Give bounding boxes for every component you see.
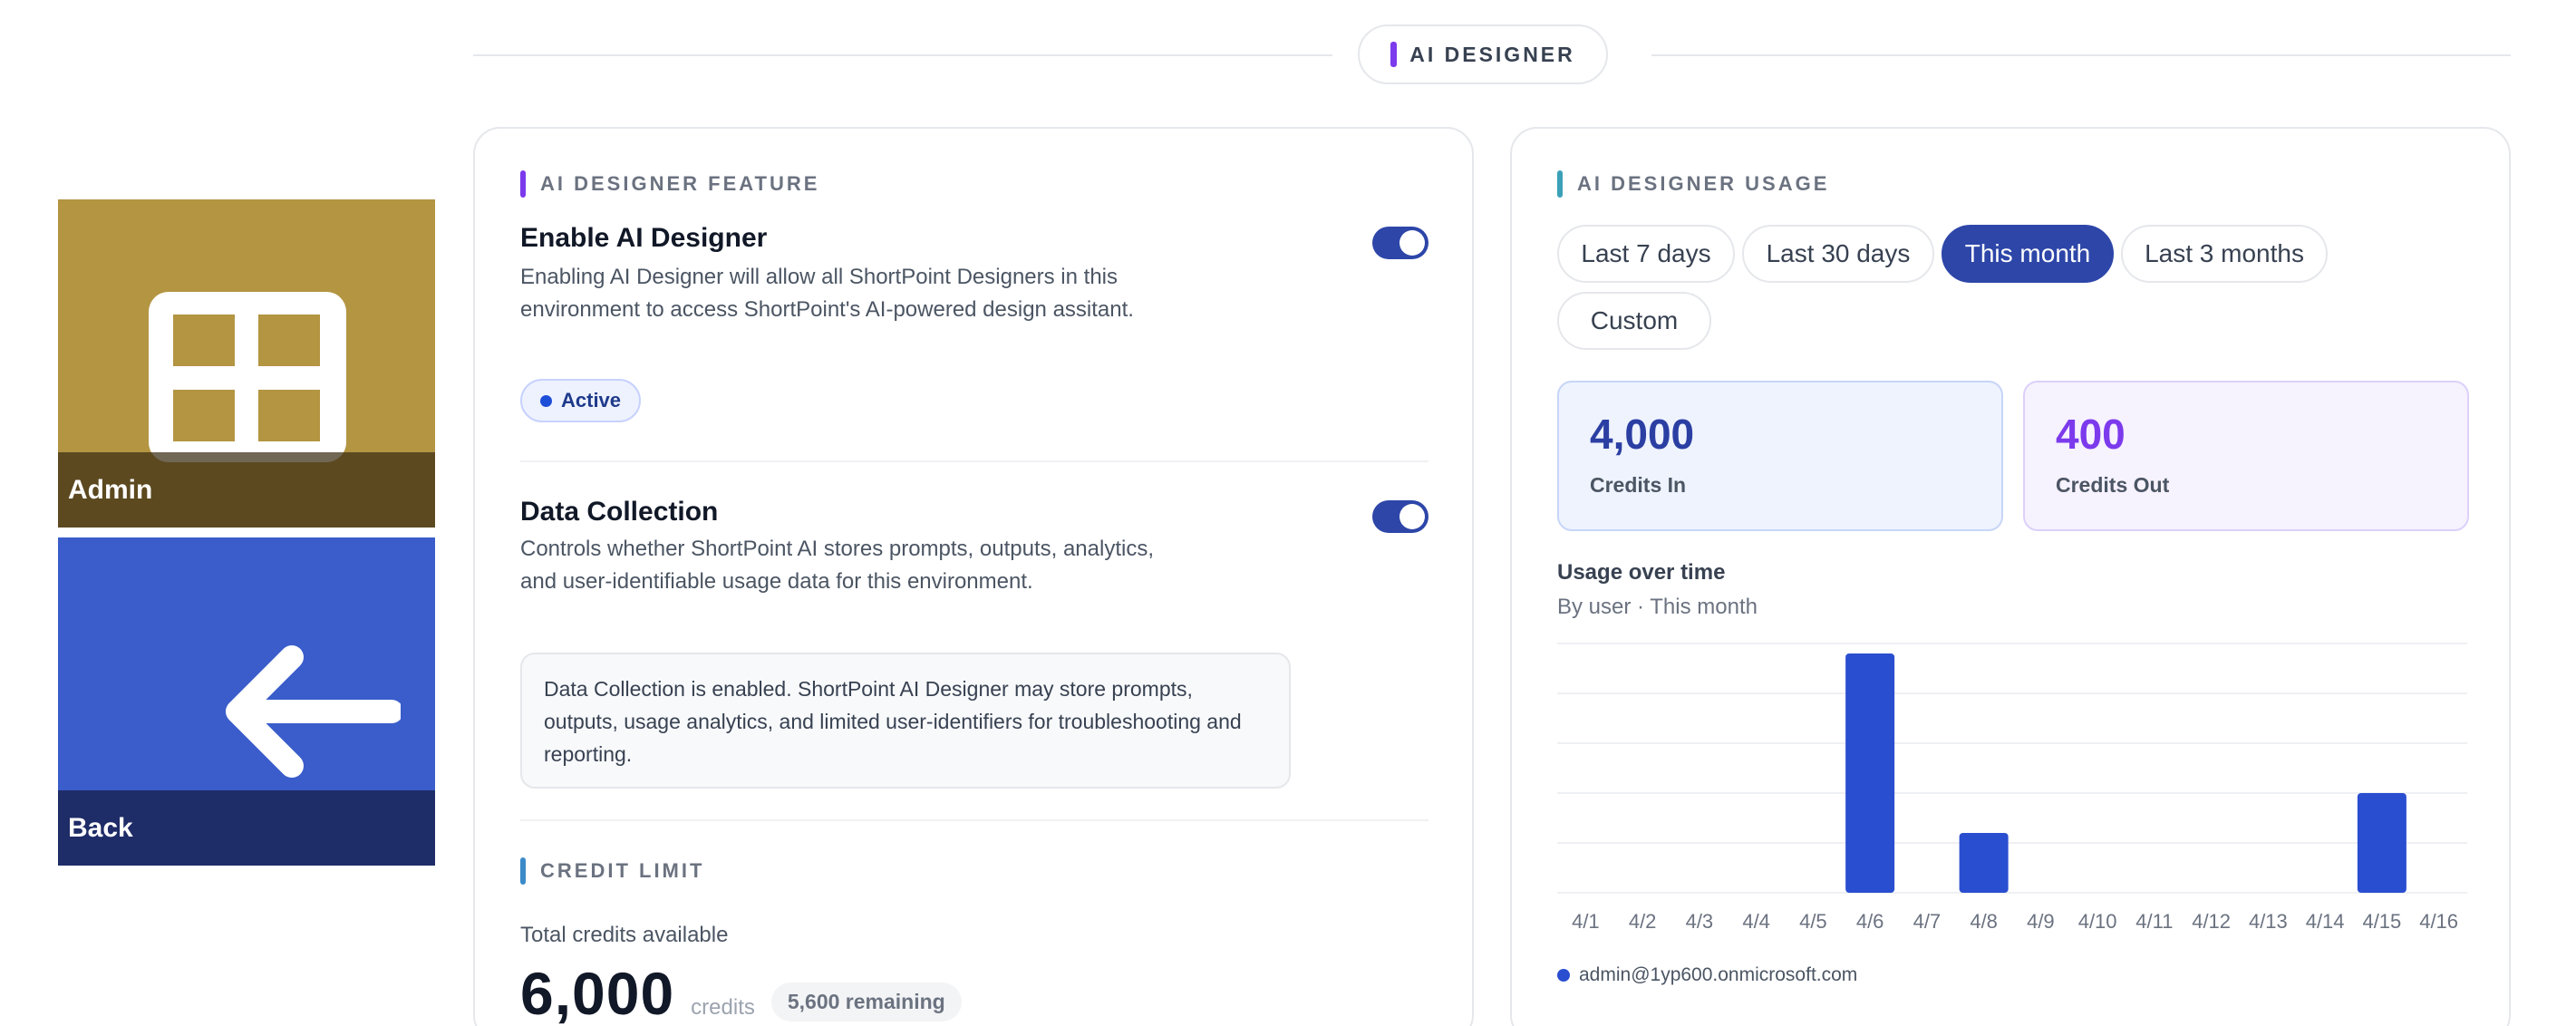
chart-tick-label: 4/13 [2249,910,2288,933]
data-collection-title: Data Collection [520,497,719,527]
data-collection-notice: Data Collection is enabled. ShortPoint A… [520,653,1291,789]
header-divider-left [473,54,1332,56]
credits-out-value: 400 [2056,411,2126,458]
page-title-pill: AI DESIGNER [1358,24,1608,84]
credit-limit-section-label: CREDIT LIMIT [520,857,704,885]
chart-subtitle: By user · This month [1557,595,1758,619]
header-divider-right [1651,54,2511,56]
chart-tick-label: 4/7 [1913,910,1942,933]
credit-limit-subtitle: Total credits available [520,923,729,947]
range-custom[interactable]: Custom [1557,292,1711,350]
divider [520,460,1428,462]
chart-tick-label: 4/12 [2192,910,2231,933]
range-last-30-days[interactable]: Last 30 days [1742,225,1934,283]
toggle-knob [1399,230,1425,256]
chart-tick-label: 4/4 [1742,910,1770,933]
back-tile[interactable]: Back [58,537,435,866]
status-text: Active [561,389,622,411]
chart-tick-label: 4/6 [1856,910,1884,933]
toggle-knob [1399,504,1425,529]
admin-tile[interactable]: Admin [58,199,435,528]
credit-total: 6,000 [520,960,675,1026]
chart-tick-label: 4/15 [2362,910,2401,933]
page-title: AI DESIGNER [1409,42,1575,66]
credits-in-value: 4,000 [1590,411,1695,458]
data-collection-toggle[interactable] [1372,500,1428,533]
usage-card: AI DESIGNER USAGE Last 7 days Last 30 da… [1510,127,2511,1026]
remaining-badge: 5,600 remaining [770,982,962,1021]
chart-tick-label: 4/2 [1629,910,1657,933]
range-last-7-days[interactable]: Last 7 days [1557,225,1735,283]
arrow-left-icon [226,645,401,778]
enable-ai-designer-toggle[interactable] [1372,227,1428,259]
feature-section-title: AI DESIGNER FEATURE [540,172,820,195]
usage-section-label: AI DESIGNER USAGE [1557,170,1829,198]
status-dot [540,394,552,407]
chart-tick-label: 4/16 [2419,910,2458,933]
grid-icon [149,292,346,462]
chart-bar-4-8[interactable] [1959,833,2009,893]
back-tile-label: Back [58,790,435,866]
credits-in-card: 4,000 Credits In [1557,381,2003,531]
credits-out-card: 400 Credits Out [2023,381,2469,531]
accent-bar [1557,170,1563,198]
chart-tick-label: 4/1 [1572,910,1600,933]
chart-tick-label: 4/8 [1970,910,1998,933]
admin-tile-label: Admin [58,452,435,528]
range-last-3-months[interactable]: Last 3 months [2121,225,2328,283]
chart-tick-label: 4/3 [1686,910,1714,933]
feature-card: AI DESIGNER FEATURE Enable AI Designer E… [473,127,1474,1026]
accent-bar [520,170,526,198]
credits-out-label: Credits Out [2056,473,2170,497]
accent-bar [1390,42,1398,67]
chart-tick-label: 4/10 [2078,910,2117,933]
chart-bar-4-15[interactable] [2357,793,2407,893]
credit-total-row: 6,000 credits 5,600 remaining [520,959,962,1026]
legend-swatch [1557,969,1570,982]
chart-tick-label: 4/9 [2027,910,2055,933]
status-badge: Active [520,379,642,422]
chart-legend: admin@1yp600.onmicrosoft.com [1557,964,1857,986]
legend-label: admin@1yp600.onmicrosoft.com [1579,964,1858,985]
credit-limit-title: CREDIT LIMIT [540,859,705,882]
chart-title: Usage over time [1557,560,1726,585]
data-collection-description: Controls whether ShortPoint AI stores pr… [520,537,1154,594]
chart-tick-label: 4/14 [2306,910,2345,933]
chart-tick-label: 4/5 [1799,910,1827,933]
chart-tick-label: 4/11 [2135,910,2173,933]
divider [520,819,1428,821]
enable-ai-designer-title: Enable AI Designer [520,223,768,253]
credits-in-label: Credits In [1590,473,1687,497]
usage-chart: 4/1 4/2 4/3 4/4 4/5 4/6 4/7 4/8 4/9 4/10 4/11 4/12 4… [1557,643,2467,933]
range-this-month[interactable]: This month [1942,225,2114,283]
enable-ai-designer-description: Enabling AI Designer will allow all Shor… [520,265,1134,322]
accent-bar [520,857,526,885]
feature-section-label: AI DESIGNER FEATURE [520,170,819,198]
usage-section-title: AI DESIGNER USAGE [1577,172,1830,195]
chart-bar-4-6[interactable] [1845,653,1895,893]
credit-unit: credits [691,995,755,1020]
